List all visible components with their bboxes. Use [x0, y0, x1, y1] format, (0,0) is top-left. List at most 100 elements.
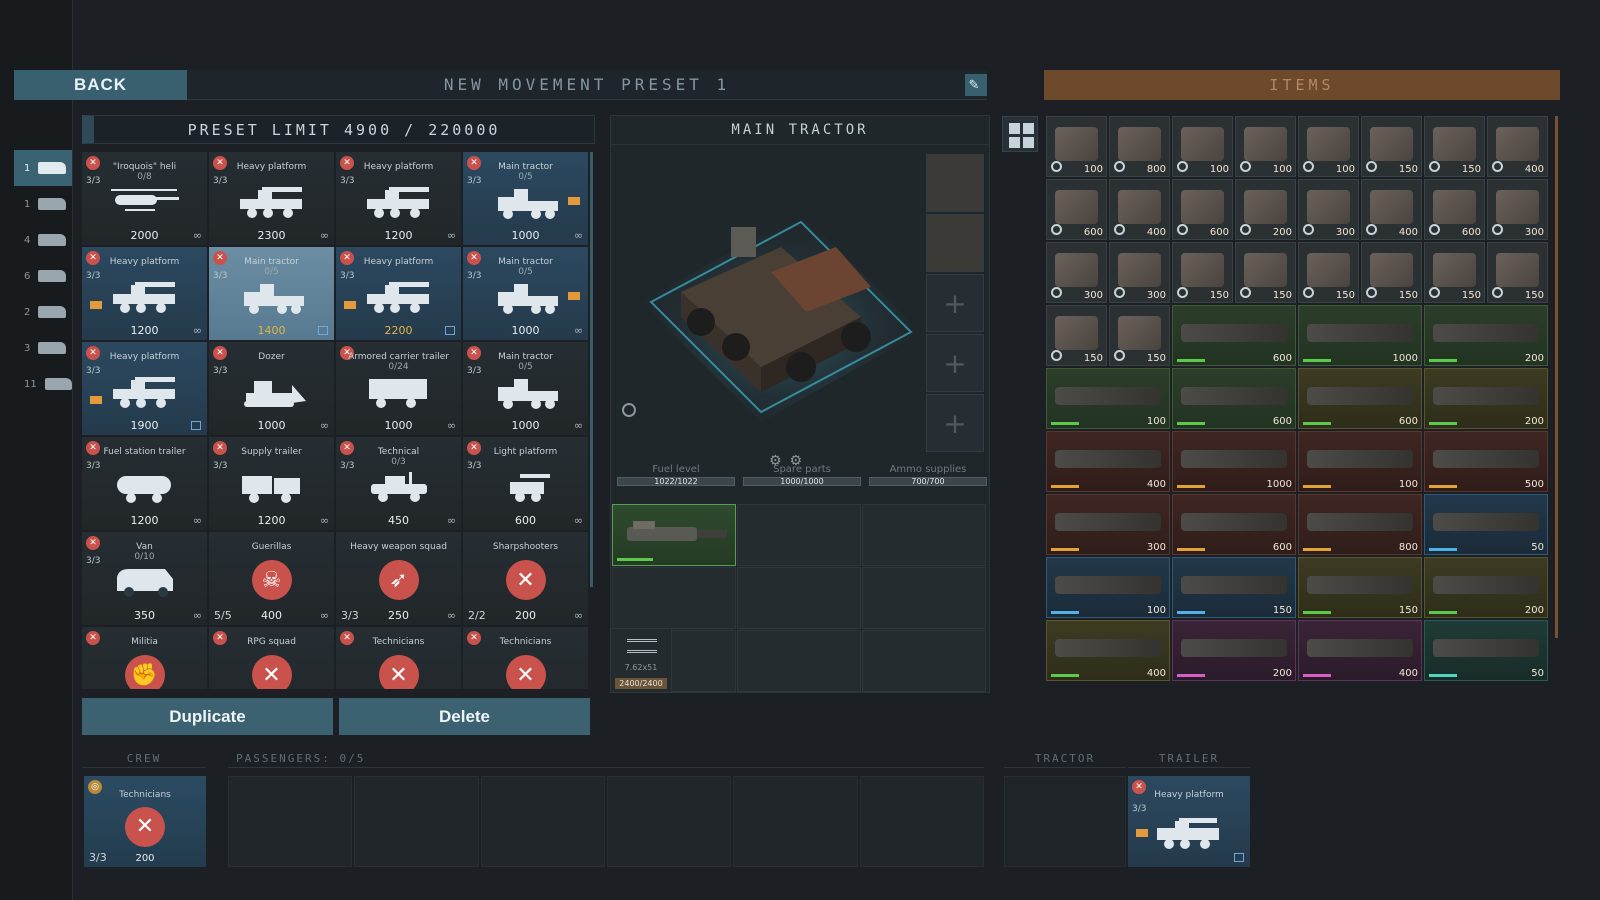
armor-item[interactable]: 100 [1046, 116, 1107, 177]
armor-item[interactable]: 600 [1172, 179, 1233, 240]
armor-item[interactable]: 150 [1424, 116, 1485, 177]
weapon-slot[interactable] [612, 567, 736, 629]
armor-item[interactable]: 150 [1361, 116, 1422, 177]
delete-button[interactable]: Delete [339, 698, 590, 735]
weapon-item[interactable]: 600 [1172, 494, 1296, 555]
armor-item[interactable]: 150 [1109, 305, 1170, 366]
weapon-slot-minigun[interactable] [612, 504, 736, 566]
equipment-slot-2[interactable] [926, 214, 984, 272]
weapon-item[interactable]: 50 [1424, 620, 1548, 681]
crew-unit-card[interactable]: ◎ Technicians ✕ 3/3 200 [84, 776, 206, 867]
category-tab[interactable]: 1 [14, 186, 72, 222]
armor-item[interactable]: 150 [1361, 242, 1422, 303]
category-tab[interactable]: 4 [14, 222, 72, 258]
back-button[interactable]: BACK [14, 70, 187, 100]
weapon-slot[interactable] [737, 630, 861, 692]
equipment-slot-1[interactable] [926, 154, 984, 212]
unit-card[interactable]: ✕ Heavy platform 3/3 2200 [336, 247, 461, 340]
edit-icon[interactable]: ✎ [965, 74, 987, 96]
weapon-slot[interactable] [862, 504, 986, 566]
armor-item[interactable]: 600 [1424, 179, 1485, 240]
unit-card[interactable]: ✕ Heavy platform 3/3 1200 ∞ [82, 247, 207, 340]
armor-item[interactable]: 800 [1109, 116, 1170, 177]
passenger-slot[interactable] [228, 776, 353, 867]
tractor-3d-view[interactable] [621, 152, 921, 452]
unit-card[interactable]: Guerillas ☠ 5/5 400 ∞ [209, 532, 334, 625]
weapon-item[interactable]: 150 [1298, 557, 1422, 618]
unit-card[interactable]: Sharpshooters ✕ 2/2 200 ∞ [463, 532, 588, 625]
weapon-item[interactable]: 400 [1046, 620, 1170, 681]
grid-view-icon[interactable] [1002, 116, 1038, 152]
weapon-item[interactable]: 200 [1424, 368, 1548, 429]
unit-card[interactable]: ✕ Technicians ✕ [336, 627, 461, 689]
tractor-slot[interactable] [1004, 776, 1126, 867]
weapon-item[interactable]: 600 [1172, 368, 1296, 429]
armor-item[interactable]: 100 [1298, 116, 1359, 177]
unit-card[interactable]: ✕ Heavy platform 3/3 1200 ∞ [336, 152, 461, 245]
armor-item[interactable]: 150 [1298, 242, 1359, 303]
unit-card[interactable]: ✕ Heavy platform 3/3 2300 ∞ [209, 152, 334, 245]
weapon-item[interactable]: 800 [1298, 494, 1422, 555]
category-tab[interactable]: 11 [14, 366, 72, 402]
armor-item[interactable]: 100 [1172, 116, 1233, 177]
add-slot-icon[interactable]: + [926, 334, 984, 392]
weapon-item[interactable]: 500 [1424, 431, 1548, 492]
unit-card[interactable]: ✕ Heavy platform 3/3 1900 [82, 342, 207, 435]
passenger-slot[interactable] [354, 776, 479, 867]
unit-card[interactable]: ✕ "Iroquois" heli 3/3 0/8 2000 ∞ [82, 152, 207, 245]
armor-item[interactable]: 400 [1487, 116, 1548, 177]
category-tab[interactable]: 3 [14, 330, 72, 366]
weapon-slot[interactable] [737, 504, 861, 566]
weapon-item[interactable]: 1000 [1172, 431, 1296, 492]
weapon-item[interactable]: 100 [1298, 431, 1422, 492]
armor-item[interactable]: 150 [1046, 305, 1107, 366]
duplicate-button[interactable]: Duplicate [82, 698, 333, 735]
add-slot-icon[interactable]: + [926, 274, 984, 332]
armor-item[interactable]: 200 [1235, 179, 1296, 240]
weapon-item[interactable]: 150 [1172, 557, 1296, 618]
unit-card[interactable]: ✕ Main tractor 3/3 0/5 1000 ∞ [463, 152, 588, 245]
armor-item[interactable]: 150 [1487, 242, 1548, 303]
armor-item[interactable]: 300 [1298, 179, 1359, 240]
trailer-unit-card[interactable]: ✕ Heavy platform 3/3 [1128, 776, 1250, 867]
unit-grid-scrollbar[interactable] [590, 152, 593, 587]
unit-card[interactable]: ✕ Technical 3/3 0/3 450 ∞ [336, 437, 461, 530]
unit-card[interactable]: ✕ Dozer 3/3 1000 ∞ [209, 342, 334, 435]
armor-item[interactable]: 100 [1235, 116, 1296, 177]
items-scrollbar[interactable] [1555, 116, 1558, 638]
weapon-item[interactable]: 100 [1046, 557, 1170, 618]
add-slot-icon[interactable]: + [926, 394, 984, 452]
unit-card[interactable]: ✕ Militia ✊ [82, 627, 207, 689]
category-tab[interactable]: 1 [14, 150, 72, 186]
weapon-item[interactable]: 50 [1424, 494, 1548, 555]
unit-card[interactable]: Heavy weapon squad ➶ 3/3 250 ∞ [336, 532, 461, 625]
weapon-item[interactable]: 200 [1424, 305, 1548, 366]
armor-item[interactable]: 400 [1361, 179, 1422, 240]
unit-card[interactable]: ✕ Armored carrier trailer 0/24 1000 ∞ [336, 342, 461, 435]
passenger-slot[interactable] [859, 776, 984, 867]
category-tab[interactable]: 6 [14, 258, 72, 294]
unit-card[interactable]: ✕ Fuel station trailer 3/3 1200 ∞ [82, 437, 207, 530]
ammo-slot[interactable]: 7.62x51 2400/2400 [610, 628, 672, 693]
weapon-item[interactable]: 1000 [1298, 305, 1422, 366]
armor-item[interactable]: 150 [1172, 242, 1233, 303]
weapon-slot[interactable] [862, 630, 986, 692]
unit-card[interactable]: ✕ Main tractor 3/3 0/5 1000 ∞ [463, 342, 588, 435]
weapon-item[interactable]: 400 [1046, 431, 1170, 492]
weapon-item[interactable]: 100 [1046, 368, 1170, 429]
unit-card[interactable]: ✕ Light platform 3/3 600 ∞ [463, 437, 588, 530]
armor-item[interactable]: 150 [1424, 242, 1485, 303]
armor-item[interactable]: 400 [1109, 179, 1170, 240]
unit-card[interactable]: ✕ Van 3/3 0/10 350 ∞ [82, 532, 207, 625]
armor-item[interactable]: 300 [1046, 242, 1107, 303]
unit-card[interactable]: ✕ RPG squad ✕ [209, 627, 334, 689]
armor-item[interactable]: 300 [1487, 179, 1548, 240]
weapon-slot[interactable] [737, 567, 861, 629]
passenger-slot[interactable] [733, 776, 858, 867]
unit-card[interactable]: ✕ Technicians ✕ [463, 627, 588, 689]
weapon-item[interactable]: 200 [1172, 620, 1296, 681]
category-tab[interactable]: 2 [14, 294, 72, 330]
passenger-slot[interactable] [606, 776, 732, 867]
unit-card[interactable]: ✕ Main tractor 3/3 0/5 1400 [209, 247, 334, 340]
weapon-item[interactable]: 600 [1172, 305, 1296, 366]
